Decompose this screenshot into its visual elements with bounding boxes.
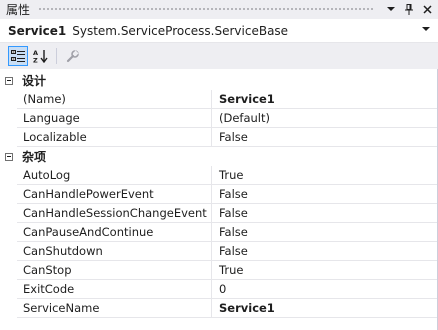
property-value[interactable]: False [212,223,437,242]
property-name[interactable]: CanHandlePowerEvent [17,185,212,204]
row-gutter [0,204,17,223]
property-name[interactable]: CanShutdown [17,242,212,261]
object-type: System.ServiceProcess.ServiceBase [72,23,289,38]
row-gutter [0,299,17,318]
chevron-down-icon[interactable] [422,27,430,31]
property-row[interactable]: Language (Default) [0,109,437,128]
title-bar-buttons [382,1,436,18]
row-gutter [0,90,17,109]
category-row[interactable]: 设计 [0,71,437,90]
property-row[interactable]: CanStop True [0,261,437,280]
collapse-icon[interactable] [5,76,13,85]
property-value[interactable]: True [212,261,437,280]
object-selector[interactable]: Service1 System.ServiceProcess.ServiceBa… [0,19,438,43]
property-toolbar: A Z [0,43,438,69]
category-label: 杂项 [22,150,47,164]
property-row[interactable]: Localizable False [0,128,437,147]
property-value[interactable]: (Default) [212,109,437,128]
property-row[interactable]: ServiceName Service1 [0,299,437,318]
row-gutter [0,242,17,261]
property-value[interactable]: False [212,242,437,261]
categorized-icon [11,49,25,62]
categorized-button[interactable] [8,46,28,66]
property-name[interactable]: CanHandleSessionChangeEvent [17,204,212,223]
property-value[interactable]: False [212,128,437,147]
property-row[interactable]: AutoLog True [0,166,437,185]
object-name: Service1 [8,23,67,38]
row-gutter [0,128,17,147]
property-row[interactable]: (Name) Service1 [0,90,437,109]
toolbar-separator [56,48,57,64]
property-value[interactable]: False [212,185,437,204]
row-gutter [0,109,17,128]
property-name[interactable]: Language [17,109,212,128]
alphabetical-button[interactable]: A Z [31,46,51,66]
property-value[interactable]: False [212,204,437,223]
property-row[interactable]: CanHandlePowerEvent False [0,185,437,204]
row-gutter [0,261,17,280]
property-row[interactable]: CanPauseAndContinue False [0,223,437,242]
property-value[interactable]: Service1 [212,299,437,318]
property-value[interactable]: 0 [212,280,437,299]
dropdown-arrow-icon[interactable] [382,1,400,18]
properties-window: 属性 Service1 System.ServiceProcess.Servic… [0,0,438,330]
title-bar[interactable]: 属性 [0,0,438,19]
row-gutter [0,185,17,204]
pin-icon[interactable] [400,1,418,18]
property-pages-button[interactable] [62,46,82,66]
property-name[interactable]: CanStop [17,261,212,280]
property-row[interactable]: ExitCode 0 [0,280,437,299]
category-label: 设计 [22,74,47,88]
row-gutter [0,166,17,185]
property-grid: 设计 (Name) Service1 Language (Default) Localiz… [0,71,437,318]
category-row[interactable]: 杂项 [0,147,437,166]
wrench-icon [66,49,79,62]
property-name[interactable]: AutoLog [17,166,212,185]
close-icon[interactable] [418,1,436,18]
property-name[interactable]: Localizable [17,128,212,147]
property-value[interactable]: Service1 [212,90,437,109]
property-name[interactable]: CanPauseAndContinue [17,223,212,242]
collapse-icon[interactable] [5,152,13,161]
property-value[interactable]: True [212,166,437,185]
title-bar-grip[interactable] [38,7,374,12]
svg-text:Z: Z [33,57,38,64]
alphabetical-icon: A Z [33,49,48,64]
property-name[interactable]: ExitCode [17,280,212,299]
window-title: 属性 [6,3,31,17]
property-row[interactable]: CanHandleSessionChangeEvent False [0,204,437,223]
property-name[interactable]: ServiceName [17,299,212,318]
property-name[interactable]: (Name) [17,90,212,109]
row-gutter [0,280,17,299]
property-row[interactable]: CanShutdown False [0,242,437,261]
row-gutter [0,223,17,242]
